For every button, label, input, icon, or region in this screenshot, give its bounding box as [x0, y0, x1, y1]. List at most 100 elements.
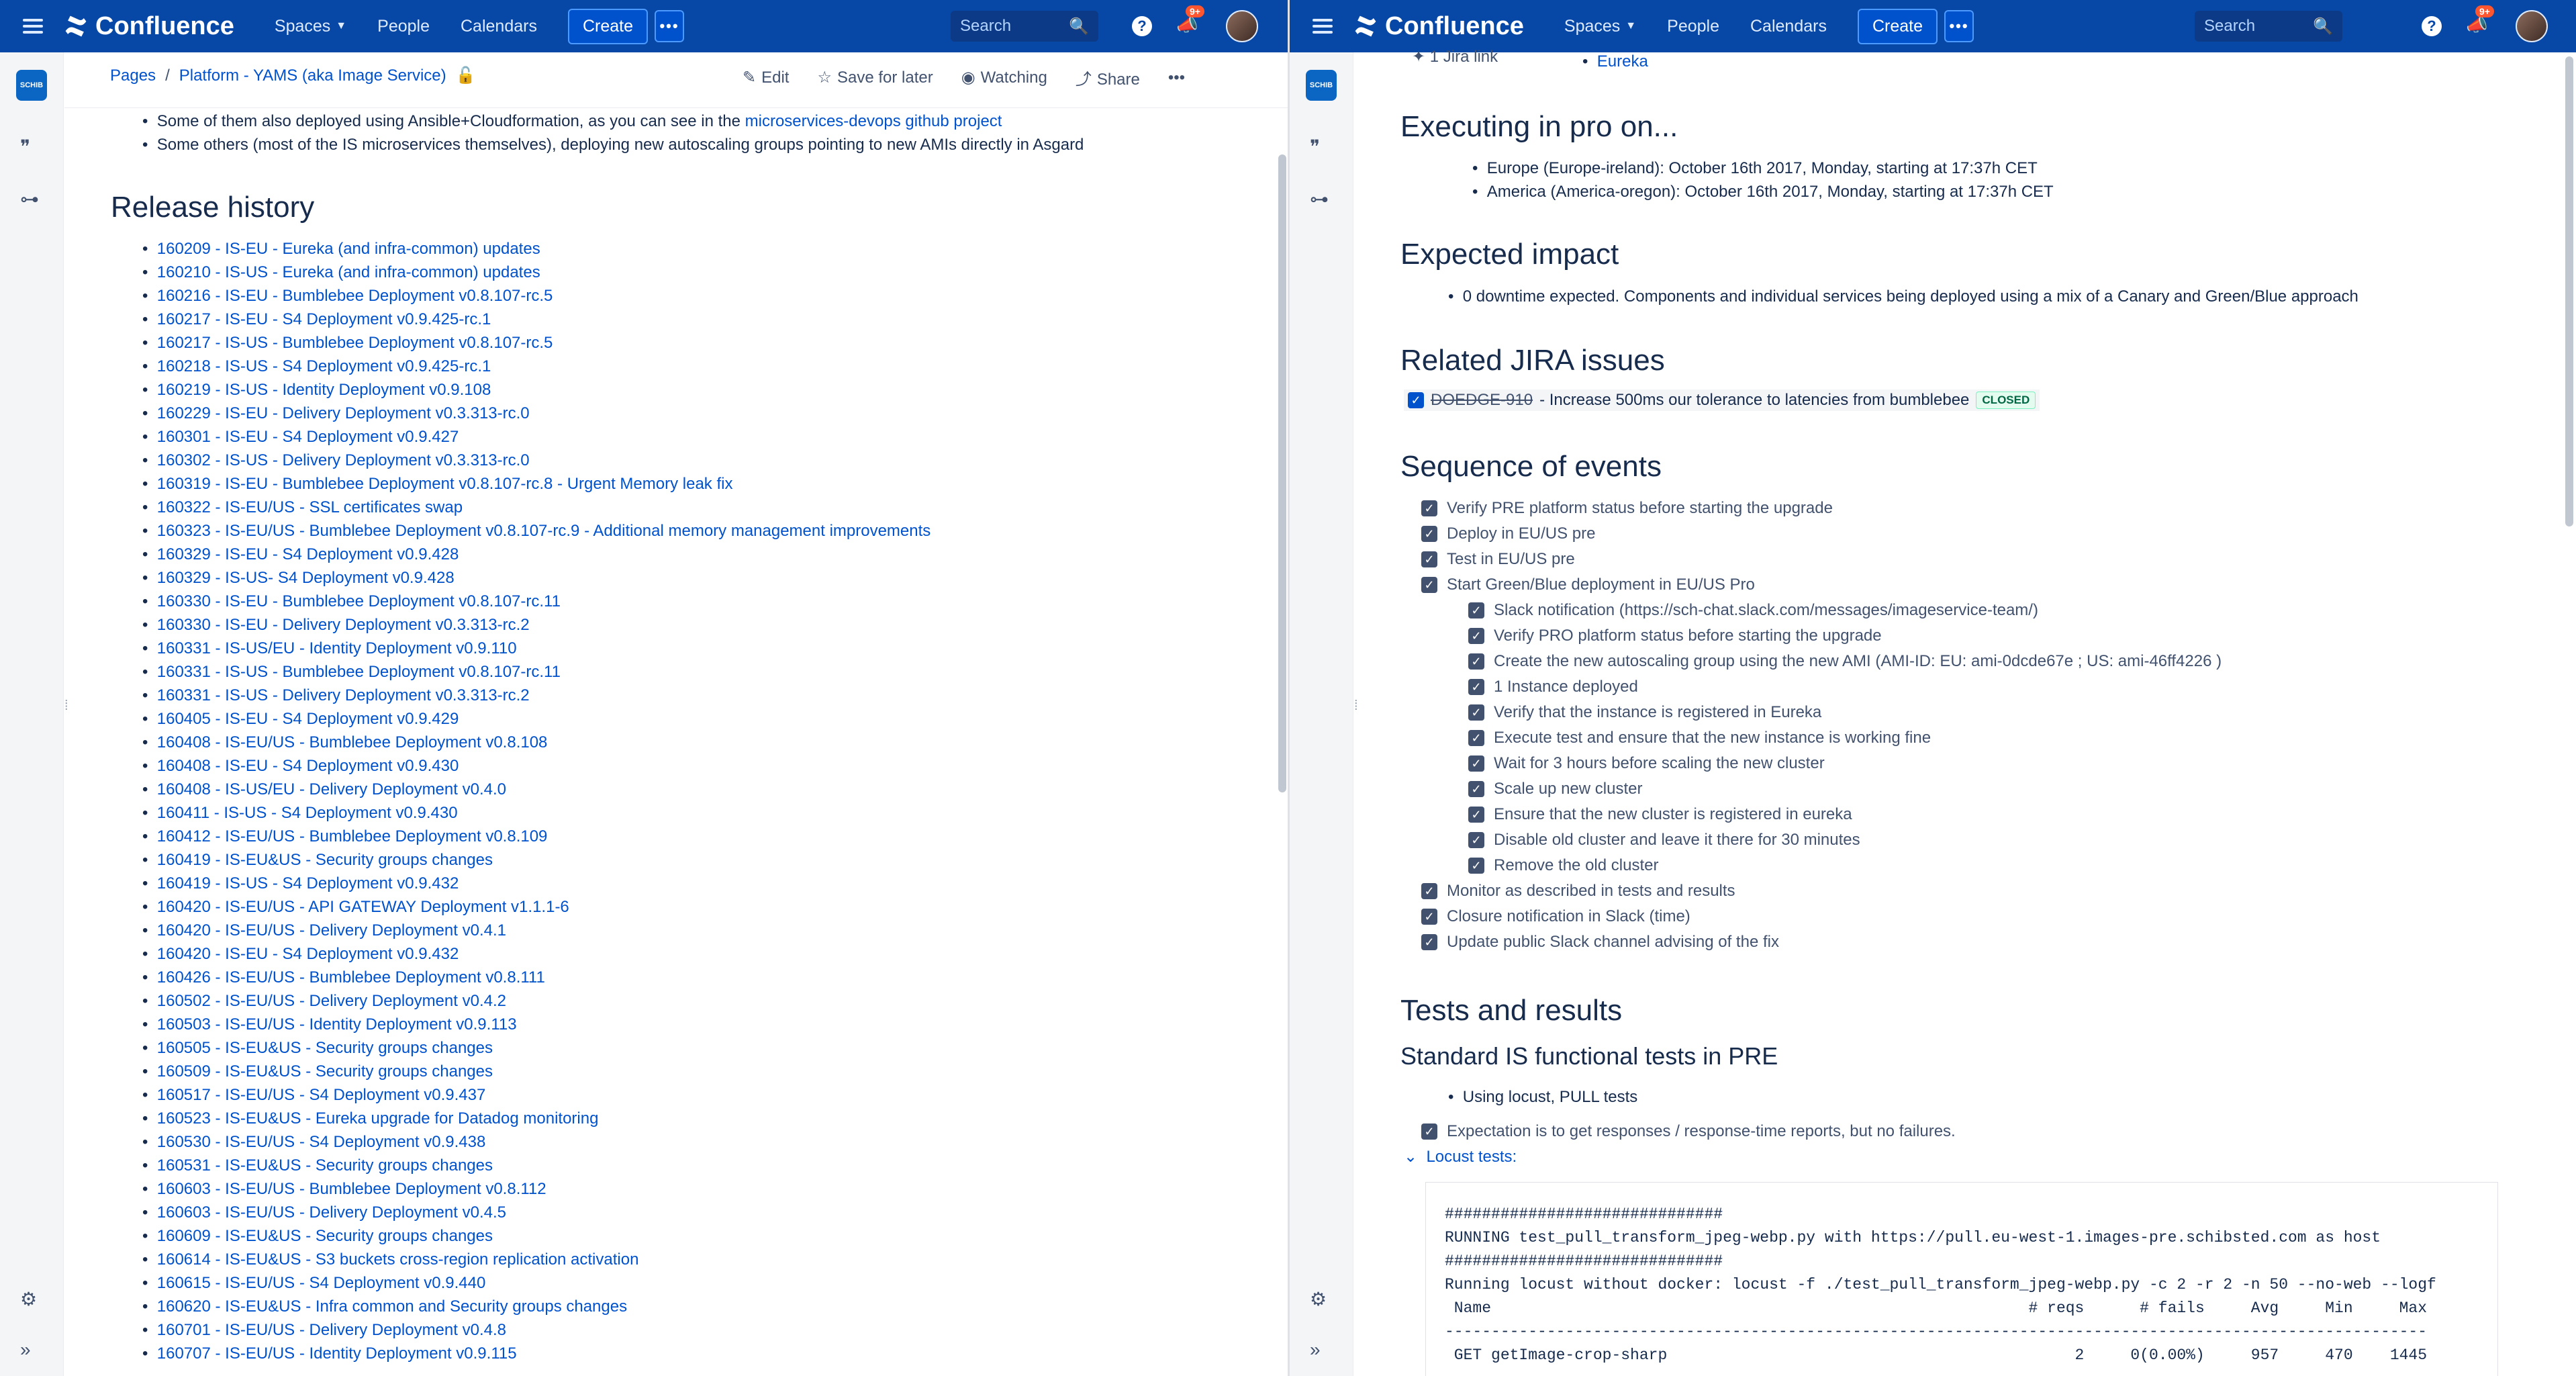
nav-people[interactable]: People: [377, 17, 430, 36]
task-item[interactable]: ✓ Expectation is to get responses / resp…: [1421, 1119, 1956, 1144]
release-link[interactable]: 160229 - IS-EU - Delivery Deployment v0.…: [157, 404, 530, 422]
release-link[interactable]: 160322 - IS-EU/US - SSL certificates swa…: [157, 498, 463, 516]
checkbox-checked-icon[interactable]: ✓: [1421, 551, 1437, 567]
release-link[interactable]: 160603 - IS-EU/US - Bumblebee Deployment…: [157, 1180, 546, 1198]
release-link[interactable]: 160329 - IS-US- S4 Deployment v0.9.428: [157, 569, 455, 587]
task-item[interactable]: ✓ Ensure that the new cluster is register…: [1468, 802, 2222, 827]
tree-icon[interactable]: ⊶: [20, 188, 39, 210]
checkbox-checked-icon[interactable]: ✓: [1421, 526, 1437, 542]
checkbox-checked-icon[interactable]: ✓: [1468, 807, 1484, 823]
release-link[interactable]: 160523 - IS-EU&US - Eureka upgrade for D…: [157, 1109, 599, 1128]
task-item[interactable]: ✓ Closure notification in Slack (time): [1421, 904, 2222, 929]
jira-link-macro[interactable]: ✦ 1 Jira link: [1412, 47, 1498, 66]
nav-people[interactable]: People: [1667, 17, 1719, 36]
search-input[interactable]: Search 🔍: [951, 11, 1098, 42]
nav-calendars[interactable]: Calendars: [1750, 17, 1827, 36]
space-logo[interactable]: SCHIB: [1306, 70, 1337, 101]
help-icon[interactable]: ?: [2422, 16, 2442, 36]
checkbox-checked-icon[interactable]: ✓: [1468, 653, 1484, 670]
search-input[interactable]: Search 🔍: [2195, 11, 2342, 42]
release-link[interactable]: 160531 - IS-EU&US - Security groups chan…: [157, 1156, 493, 1175]
task-item[interactable]: ✓ Test in EU/US pre: [1421, 547, 2222, 572]
task-item[interactable]: ✓ Update public Slack channel advising of…: [1421, 929, 2222, 955]
checkbox-checked-icon[interactable]: ✓: [1421, 500, 1437, 516]
share-button[interactable]: ⤴ Share: [1076, 66, 1140, 89]
checkbox-checked-icon[interactable]: ✓: [1468, 755, 1484, 772]
release-link[interactable]: 160217 - IS-US - Bumblebee Deployment v0…: [157, 334, 553, 352]
release-link[interactable]: 160411 - IS-US - S4 Deployment v0.9.430: [157, 804, 458, 822]
quote-icon[interactable]: ❞: [20, 136, 30, 158]
restrictions-icon[interactable]: 🔓: [456, 66, 476, 85]
task-item[interactable]: ✓ Disable old cluster and leave it there …: [1468, 827, 2222, 853]
notifications-icon[interactable]: 📣 9+: [1176, 5, 1204, 36]
watching-button[interactable]: ◉ Watching: [961, 68, 1047, 87]
release-link[interactable]: 160217 - IS-EU - S4 Deployment v0.9.425-…: [157, 310, 491, 328]
avatar[interactable]: [1226, 10, 1258, 42]
checkbox-checked-icon[interactable]: ✓: [1468, 781, 1484, 797]
jira-issue[interactable]: ✓ DOEDGE-910 - Increase 500ms our tolera…: [1404, 389, 2040, 411]
gear-icon[interactable]: ⚙: [1310, 1288, 1327, 1310]
task-item[interactable]: ✓ Remove the old cluster: [1468, 853, 2222, 878]
release-link[interactable]: 160329 - IS-EU - S4 Deployment v0.9.428: [157, 545, 459, 563]
app-switcher-icon[interactable]: [23, 19, 43, 34]
task-item[interactable]: ✓ Verify PRE platform status before start…: [1421, 496, 2222, 521]
tree-icon[interactable]: ⊶: [1310, 188, 1329, 210]
checkbox-checked-icon[interactable]: ✓: [1468, 858, 1484, 874]
sidebar-resize-handle[interactable]: ⁞: [64, 698, 74, 717]
confluence-logo[interactable]: Confluence: [1353, 12, 1524, 41]
release-link[interactable]: 160707 - IS-EU/US - Identity Deployment …: [157, 1344, 517, 1363]
page-more-button[interactable]: •••: [1168, 68, 1185, 87]
release-link[interactable]: 160209 - IS-EU - Eureka (and infra-commo…: [157, 240, 540, 258]
create-button[interactable]: Create: [567, 8, 648, 44]
checkbox-checked-icon[interactable]: ✓: [1468, 628, 1484, 644]
checkbox-checked-icon[interactable]: ✓: [1468, 679, 1484, 695]
release-link[interactable]: 160412 - IS-EU/US - Bumblebee Deployment…: [157, 827, 548, 845]
gear-icon[interactable]: ⚙: [20, 1288, 37, 1310]
nav-spaces[interactable]: Spaces ▼: [275, 17, 346, 36]
task-item[interactable]: ✓ Wait for 3 hours before scaling the new…: [1468, 751, 2222, 776]
release-link[interactable]: 160319 - IS-EU - Bumblebee Deployment v0…: [157, 475, 733, 493]
release-link[interactable]: 160609 - IS-EU&US - Security groups chan…: [157, 1227, 493, 1245]
release-link[interactable]: 160426 - IS-EU/US - Bumblebee Deployment…: [157, 968, 545, 987]
scrollbar[interactable]: [1278, 154, 1286, 792]
release-link[interactable]: 160210 - IS-US - Eureka (and infra-commo…: [157, 263, 540, 281]
release-link[interactable]: 160408 - IS-US/EU - Delivery Deployment …: [157, 780, 506, 798]
avatar[interactable]: [2516, 10, 2548, 42]
checkbox-checked-icon[interactable]: ✓: [1468, 704, 1484, 721]
release-link[interactable]: 160405 - IS-EU - S4 Deployment v0.9.429: [157, 710, 459, 728]
release-link[interactable]: 160509 - IS-EU&US - Security groups chan…: [157, 1062, 493, 1081]
release-link[interactable]: 160216 - IS-EU - Bumblebee Deployment v0…: [157, 287, 553, 305]
release-link[interactable]: 160330 - IS-EU - Bumblebee Deployment v0…: [157, 592, 561, 610]
task-item[interactable]: ✓ Verify PRO platform status before start…: [1468, 623, 2222, 649]
release-link[interactable]: 160331 - IS-US/EU - Identity Deployment …: [157, 639, 517, 657]
release-link[interactable]: 160502 - IS-EU/US - Delivery Deployment …: [157, 992, 506, 1010]
expand-macro[interactable]: ⌄ Locust tests:: [1404, 1147, 1517, 1166]
task-item[interactable]: ✓ Monitor as described in tests and resul…: [1421, 878, 2222, 904]
release-link[interactable]: 160301 - IS-EU - S4 Deployment v0.9.427: [157, 428, 459, 446]
breadcrumb-pages[interactable]: Pages: [110, 66, 156, 85]
checkbox-checked-icon[interactable]: ✓: [1468, 832, 1484, 848]
confluence-logo[interactable]: Confluence: [63, 12, 234, 41]
checkbox-checked-icon[interactable]: ✓: [1421, 934, 1437, 950]
release-link[interactable]: 160408 - IS-EU - S4 Deployment v0.9.430: [157, 757, 459, 775]
nav-calendars[interactable]: Calendars: [461, 17, 537, 36]
task-item[interactable]: ✓ Scale up new cluster: [1468, 776, 2222, 802]
checkbox-checked-icon[interactable]: ✓: [1421, 1123, 1437, 1140]
task-item[interactable]: ✓ Create the new autoscaling group using …: [1468, 649, 2222, 674]
scrollbar[interactable]: [2565, 56, 2573, 526]
sidebar-resize-handle[interactable]: ⁞: [1354, 698, 1364, 717]
release-link[interactable]: 160530 - IS-EU/US - S4 Deployment v0.9.4…: [157, 1133, 486, 1151]
release-link[interactable]: 160517 - IS-EU/US - S4 Deployment v0.9.4…: [157, 1086, 486, 1104]
task-item[interactable]: ✓ Start Green/Blue deployment in EU/US Pr…: [1421, 572, 2222, 598]
task-item[interactable]: ✓ Deploy in EU/US pre: [1421, 521, 2222, 547]
release-link[interactable]: 160330 - IS-EU - Delivery Deployment v0.…: [157, 616, 530, 634]
github-project-link[interactable]: microservices-devops github project: [745, 112, 1002, 130]
release-link[interactable]: 160219 - IS-US - Identity Deployment v0.…: [157, 381, 491, 399]
checkbox-checked-icon[interactable]: ✓: [1421, 909, 1437, 925]
app-switcher-icon[interactable]: [1313, 19, 1333, 34]
save-for-later-button[interactable]: ☆ Save for later: [817, 68, 933, 87]
nav-spaces[interactable]: Spaces ▼: [1564, 17, 1636, 36]
create-more-button[interactable]: •••: [1944, 10, 1974, 42]
release-link[interactable]: 160420 - IS-EU/US - API GATEWAY Deployme…: [157, 898, 569, 916]
edit-button[interactable]: ✎ Edit: [743, 68, 789, 87]
